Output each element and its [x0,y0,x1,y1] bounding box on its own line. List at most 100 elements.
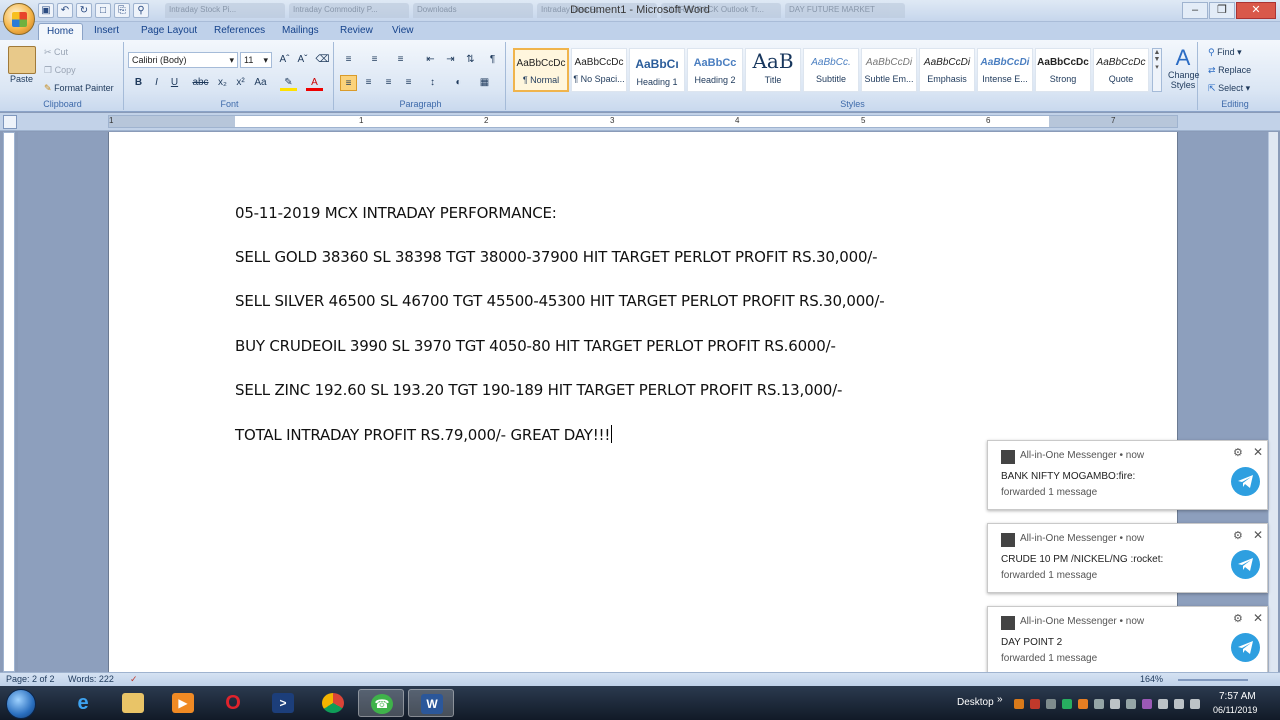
close-icon[interactable]: ✕ [1253,611,1263,625]
style-strong[interactable]: AaBbCcDc Strong [1035,48,1091,92]
taskbar-media[interactable]: ▶ [160,689,206,717]
bullets-icon[interactable]: ≡ [340,52,357,68]
style-no-spacing[interactable]: AaBbCcDc ¶ No Spaci... [571,48,627,92]
close-button[interactable]: ✕ [1236,2,1276,19]
superscript-icon[interactable]: x² [232,75,249,91]
zoom-slider[interactable] [1178,679,1248,681]
vertical-scrollbar[interactable] [1268,132,1278,672]
gear-icon[interactable]: ⚙ [1233,612,1243,625]
multilevel-list-icon[interactable]: ≡ [392,52,409,68]
align-right-icon[interactable]: ≡ [380,75,397,91]
maximize-button[interactable]: ❐ [1209,2,1235,19]
tray-app-icon[interactable] [1126,699,1136,709]
network-icon[interactable] [1158,699,1168,709]
bold-icon[interactable]: B [130,75,147,91]
page-count[interactable]: Page: 2 of 2 [6,674,55,684]
paste-button[interactable]: Paste [10,74,33,84]
sort-icon[interactable]: ⇅ [462,52,479,68]
line-spacing-icon[interactable]: ↕ [424,75,441,91]
tab-view[interactable]: View [384,23,422,40]
taskbar-opera[interactable]: O [210,689,256,717]
style-normal[interactable]: AaBbCcDc ¶ Normal [513,48,569,92]
taskbar-ie[interactable]: e [60,689,106,717]
taskbar-chrome[interactable] [310,689,356,717]
select-button[interactable]: ⇱ Select ▾ [1208,83,1250,94]
tray-app-icon[interactable] [1030,699,1040,709]
tab-page-layout[interactable]: Page Layout [133,23,205,40]
change-styles-button[interactable]: A Change Styles [1168,46,1200,91]
style-heading-2[interactable]: AaBbCc Heading 2 [687,48,743,92]
numbering-icon[interactable]: ≡ [366,52,383,68]
increase-indent-icon[interactable]: ⇥ [442,52,459,68]
tab-mailings[interactable]: Mailings [274,23,327,40]
style-emphasis[interactable]: AaBbCcDi Emphasis [919,48,975,92]
styles-gallery-scroll[interactable]: ▲ ▼ ▾ [1152,48,1162,92]
tab-home[interactable]: Home [38,23,83,40]
office-button[interactable] [3,3,35,35]
underline-icon[interactable]: U [166,75,183,91]
tray-app-icon[interactable] [1078,699,1088,709]
chevron-right-icon[interactable]: » [997,694,1003,705]
tray-app-icon[interactable] [1014,699,1024,709]
align-left-icon[interactable]: ≡ [340,75,357,91]
style-title[interactable]: AaB Title [745,48,801,92]
keyboard-icon[interactable] [1190,699,1200,709]
clock-time[interactable]: 7:57 AM [1219,691,1256,702]
notification-toast[interactable]: All-in-One Messenger • now ⚙ ✕ DAY POINT… [987,606,1268,676]
volume-icon[interactable] [1174,699,1184,709]
minimize-button[interactable]: – [1182,2,1208,19]
proofing-icon[interactable]: ✓ [130,674,138,685]
gear-icon[interactable]: ⚙ [1233,446,1243,459]
taskbar-app[interactable]: > [260,689,306,717]
change-case-icon[interactable]: Aa [252,75,269,91]
tab-insert[interactable]: Insert [86,23,127,40]
italic-icon[interactable]: I [148,75,165,91]
taskbar-messenger[interactable]: ☎ [358,689,404,717]
style-heading-1[interactable]: AaBbCı Heading 1 [629,48,685,92]
copy-button[interactable]: ❐ Copy [44,65,76,76]
font-name-select[interactable]: Calibri (Body) ▾ [128,52,238,68]
horizontal-ruler[interactable]: 1 1 2 3 4 5 6 7 [108,115,1178,128]
decrease-indent-icon[interactable]: ⇤ [422,52,439,68]
style-intense-emphasis[interactable]: AaBbCcDi Intense E... [977,48,1033,92]
tray-app-icon[interactable] [1094,699,1104,709]
clock-date[interactable]: 06/11/2019 [1213,705,1257,715]
tab-selector-icon[interactable] [3,115,17,129]
justify-icon[interactable]: ≡ [400,75,417,91]
strikethrough-icon[interactable]: abc [192,75,209,91]
cut-button[interactable]: ✂ Cut [44,47,68,58]
tab-references[interactable]: References [206,23,273,40]
format-painter-button[interactable]: ✎ Format Painter [44,83,114,94]
font-size-select[interactable]: 11 ▾ [240,52,272,68]
clear-formatting-icon[interactable]: ⌫ [314,52,331,68]
tab-review[interactable]: Review [332,23,381,40]
tray-app-icon[interactable] [1110,699,1120,709]
align-center-icon[interactable]: ≡ [360,75,377,91]
font-color-icon[interactable]: A [306,75,323,91]
notification-toast[interactable]: All-in-One Messenger • now ⚙ ✕ CRUDE 10 … [987,523,1268,593]
grow-font-icon[interactable]: Aˆ [276,52,293,68]
shading-icon[interactable]: ◐ [450,75,467,91]
close-icon[interactable]: ✕ [1253,528,1263,542]
borders-icon[interactable]: ▦ [476,75,493,91]
taskbar-word[interactable]: W [408,689,454,717]
desktop-toolbar[interactable]: Desktop [957,697,994,708]
gear-icon[interactable]: ⚙ [1233,529,1243,542]
subscript-icon[interactable]: x₂ [214,75,231,91]
zoom-level[interactable]: 164% [1140,674,1163,684]
highlight-icon[interactable]: ✎ [280,75,297,91]
start-button[interactable] [6,689,36,719]
style-subtitle[interactable]: AaBbCc. Subtitle [803,48,859,92]
show-formatting-icon[interactable]: ¶ [484,52,501,68]
taskbar-explorer[interactable] [110,689,156,717]
replace-button[interactable]: ⇄ Replace [1208,65,1251,76]
shrink-font-icon[interactable]: Aˇ [294,52,311,68]
word-count[interactable]: Words: 222 [68,674,114,684]
notification-toast[interactable]: All-in-One Messenger • now ⚙ ✕ BANK NIFT… [987,440,1268,510]
tray-app-icon[interactable] [1062,699,1072,709]
tray-app-icon[interactable] [1046,699,1056,709]
style-subtle-emphasis[interactable]: AaBbCcDi Subtle Em... [861,48,917,92]
style-quote[interactable]: AaBbCcDc Quote [1093,48,1149,92]
find-button[interactable]: ⚲ Find ▾ [1208,47,1242,58]
tray-app-icon[interactable] [1142,699,1152,709]
